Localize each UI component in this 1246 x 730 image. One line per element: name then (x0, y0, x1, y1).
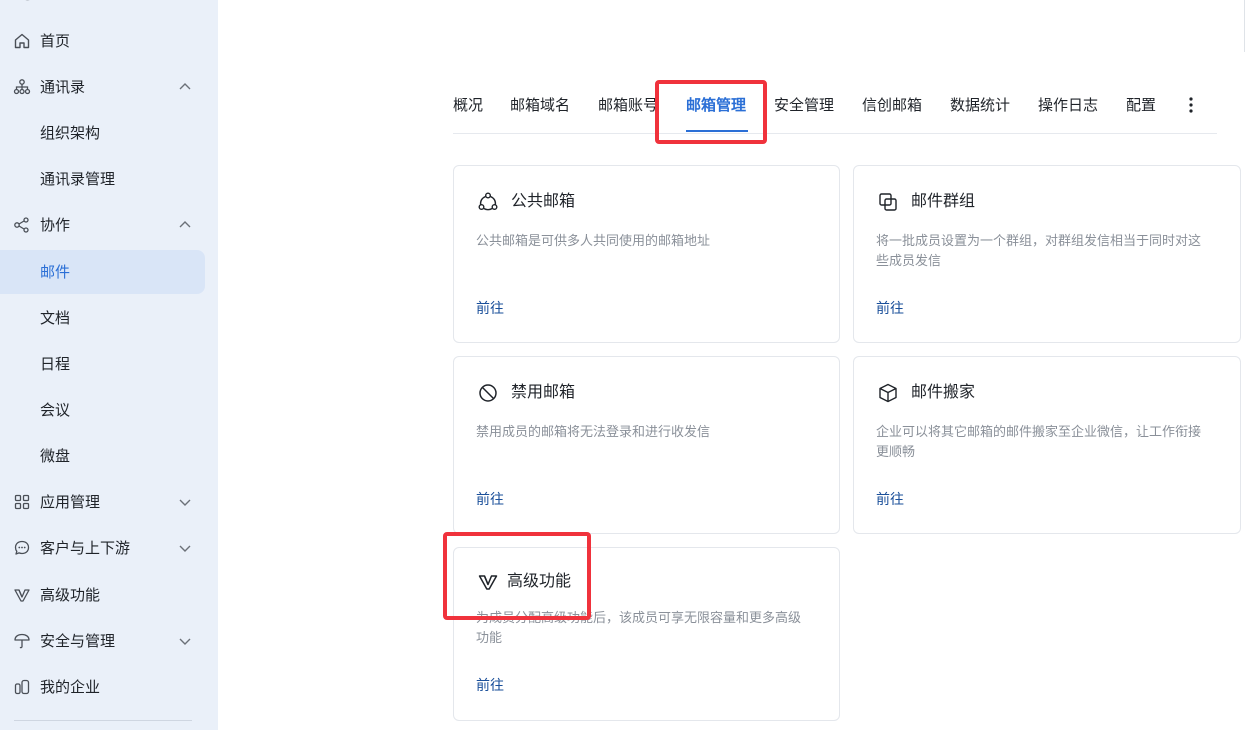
tab-statistics[interactable]: 数据统计 (950, 94, 1010, 116)
sidebar-item-customers[interactable]: 客户与上下游 (0, 526, 205, 570)
v-badge-icon (14, 589, 30, 602)
card-mail-migration: 邮件搬家 企业可以将其它邮箱的邮件搬家至企业微信，让工作衔接更顺畅 前往 (853, 356, 1241, 534)
shared-mailbox-icon (478, 192, 498, 211)
card-mail-group: 邮件群组 将一批成员设置为一个群组，对群组发信相当于同时对这些成员发信 前往 (853, 165, 1241, 343)
sidebar-item-label: 应用管理 (40, 493, 101, 511)
go-link[interactable]: 前往 (476, 676, 504, 696)
highlight-box-tab (655, 80, 767, 144)
sidebar-item-advanced[interactable]: 高级功能 (0, 573, 205, 617)
apps-grid-icon (14, 494, 30, 510)
card-description: 公共邮箱是可供多人共同使用的邮箱地址 (476, 234, 711, 249)
card-shared-mailbox: 公共邮箱 公共邮箱是可供多人共同使用的邮箱地址 前往 (453, 165, 840, 343)
sidebar-item-contacts[interactable]: 通讯录 (0, 65, 205, 109)
tab-overview[interactable]: 概况 (453, 94, 483, 116)
tab-operation-log[interactable]: 操作日志 (1038, 94, 1098, 116)
chevron-up-icon[interactable] (177, 217, 193, 233)
sidebar-item-label: 协作 (40, 216, 71, 234)
sidebar: 首页 通讯录 组织架构 通讯录管理 协作 邮件 文档 日程 会议 微盘 应用管理… (0, 0, 218, 730)
sidebar-item-label: 首页 (40, 32, 71, 50)
sidebar-item-label: 文档 (40, 309, 71, 327)
go-link[interactable]: 前往 (876, 299, 904, 319)
card-disable-mailbox: 禁用邮箱 禁用成员的邮箱将无法登录和进行收发信 前往 (453, 356, 840, 534)
sidebar-item-security[interactable]: 安全与管理 (0, 619, 205, 663)
sidebar-item-collaboration[interactable]: 协作 (0, 203, 205, 247)
collapse-glyph-icon (25, 0, 30, 1)
scroll-edge (1244, 0, 1245, 52)
tab-security-management[interactable]: 安全管理 (774, 94, 834, 116)
sidebar-item-label: 通讯录管理 (40, 170, 116, 188)
sidebar-item-home[interactable]: 首页 (0, 19, 205, 63)
tab-xinchuang-mail[interactable]: 信创邮箱 (862, 94, 922, 116)
card-description: 企业可以将其它邮箱的邮件搬家至企业微信，让工作衔接更顺畅 (876, 425, 1202, 460)
card-title: 邮件搬家 (911, 382, 976, 401)
sidebar-item-label: 邮件 (40, 263, 71, 281)
tabs-divider (453, 133, 1217, 134)
home-icon (14, 33, 30, 49)
sidebar-item-label: 日程 (40, 355, 71, 373)
enterprise-icon (14, 679, 30, 695)
sidebar-item-label: 客户与上下游 (40, 539, 131, 557)
more-vertical-icon[interactable] (1184, 94, 1198, 116)
card-title: 公共邮箱 (511, 191, 576, 210)
mail-group-icon (879, 193, 897, 211)
umbrella-icon (14, 633, 30, 649)
org-chart-icon (13, 79, 31, 95)
go-link[interactable]: 前往 (476, 490, 504, 510)
tab-mail-domain[interactable]: 邮箱域名 (510, 94, 570, 116)
sidebar-item-label: 高级功能 (40, 586, 101, 604)
sidebar-item-my-enterprise[interactable]: 我的企业 (0, 665, 205, 709)
card-title: 邮件群组 (911, 191, 976, 210)
sidebar-item-label: 组织架构 (40, 124, 101, 142)
collaboration-icon (14, 217, 29, 233)
tab-mail-accounts[interactable]: 邮箱账号 (598, 94, 658, 116)
sidebar-item-label: 会议 (40, 401, 71, 419)
admin-console: 首页 通讯录 组织架构 通讯录管理 协作 邮件 文档 日程 会议 微盘 应用管理… (0, 0, 1246, 730)
mail-tabs: 概况 邮箱域名 邮箱账号 邮箱管理 安全管理 信创邮箱 数据统计 操作日志 配置 (453, 84, 1217, 134)
sidebar-item-docs[interactable]: 文档 (0, 296, 205, 340)
sidebar-item-label: 我的企业 (40, 678, 101, 696)
ban-icon (479, 384, 497, 402)
chevron-down-icon[interactable] (177, 633, 193, 649)
chevron-up-icon[interactable] (177, 79, 193, 95)
card-title: 禁用邮箱 (511, 382, 576, 401)
chevron-down-icon[interactable] (177, 494, 193, 510)
sidebar-item-calendar[interactable]: 日程 (0, 342, 205, 386)
highlight-box-advanced (443, 532, 591, 620)
sidebar-item-app-management[interactable]: 应用管理 (0, 480, 205, 524)
sidebar-divider (14, 720, 192, 721)
sidebar-item-mail[interactable]: 邮件 (0, 250, 205, 294)
sidebar-item-contacts-management[interactable]: 通讯录管理 (0, 157, 205, 201)
sidebar-item-label: 微盘 (40, 447, 71, 465)
tab-config[interactable]: 配置 (1126, 94, 1156, 116)
chat-bubble-icon (14, 540, 30, 555)
sidebar-item-drive[interactable]: 微盘 (0, 434, 205, 478)
sidebar-item-org-structure[interactable]: 组织架构 (0, 111, 205, 155)
sidebar-item-label: 通讯录 (40, 78, 86, 96)
sidebar-item-label: 安全与管理 (40, 632, 116, 650)
card-description: 将一批成员设置为一个群组，对群组发信相当于同时对这些成员发信 (876, 234, 1202, 269)
card-description: 禁用成员的邮箱将无法登录和进行收发信 (476, 425, 711, 440)
chevron-down-icon[interactable] (177, 540, 193, 556)
box-icon (879, 383, 897, 403)
go-link[interactable]: 前往 (476, 299, 504, 319)
sidebar-item-meeting[interactable]: 会议 (0, 388, 205, 432)
go-link[interactable]: 前往 (876, 490, 904, 510)
